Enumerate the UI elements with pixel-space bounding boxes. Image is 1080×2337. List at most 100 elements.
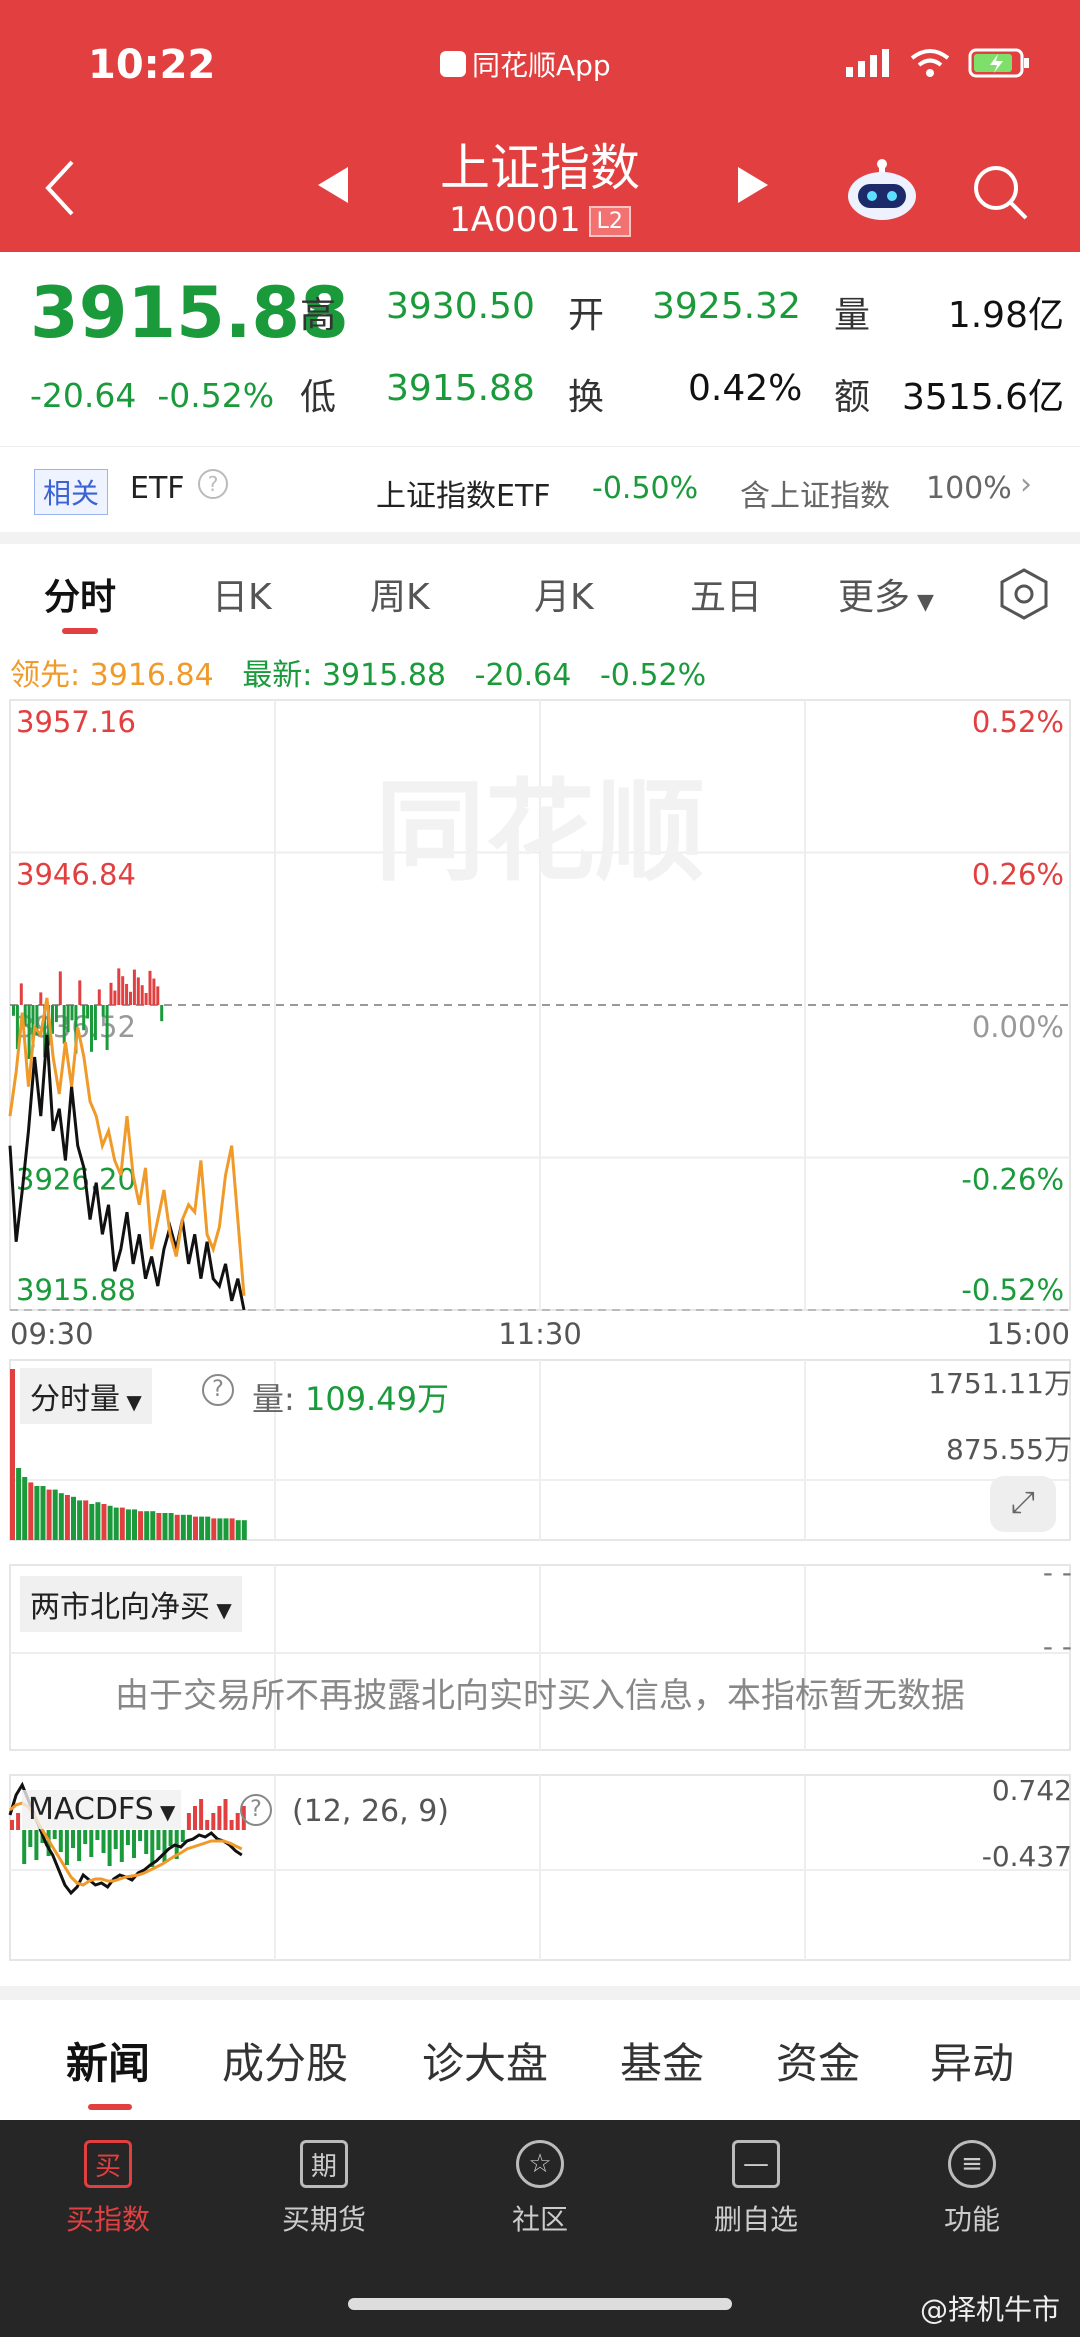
volume-bar (77, 1500, 83, 1540)
chart-watermark: 同花顺 (375, 768, 705, 896)
quote-panel: 3915.88 -20.64 -0.52% 高 3930.50 开 3925.3… (0, 252, 1080, 444)
dropdown-icon: ▼ (210, 1598, 232, 1622)
tab-intraday[interactable]: 分时 (44, 568, 116, 620)
volume-bar (101, 1504, 107, 1540)
macd-params: (12, 26, 9) (292, 1794, 449, 1829)
related-tag: 相关 (34, 469, 109, 515)
tab-constituents[interactable]: 成分股 (222, 2030, 348, 2091)
northbound-selector[interactable]: 两市北向净买 ▼ (20, 1576, 242, 1632)
contains-percent: 100% (926, 471, 1012, 506)
expand-icon[interactable]: ⤢ (990, 1476, 1056, 1532)
macd-bar (71, 1830, 75, 1848)
intraday-bar (121, 976, 125, 1005)
macd-bar (10, 1820, 14, 1830)
volume-bar (95, 1502, 101, 1540)
lead-value: 领先: 3916.84 (10, 658, 214, 693)
volume-bar (162, 1513, 168, 1540)
volume-label: 量 (834, 295, 871, 336)
volume-bar (89, 1504, 95, 1540)
community-button[interactable]: ☆ 社区 (460, 2140, 620, 2238)
intraday-bar (78, 980, 82, 1005)
y-tick-left: 3957.16 (16, 705, 136, 739)
intraday-bar (105, 1005, 109, 1050)
tab-capital[interactable]: 资金 (776, 2030, 860, 2091)
macd-bar (52, 1830, 57, 1839)
community-label: 社区 (511, 2203, 568, 2236)
volume-bar (28, 1482, 34, 1540)
y-tick-left: 3915.88 (16, 1273, 136, 1307)
battery-icon (968, 48, 1029, 78)
volume-bar (229, 1518, 235, 1540)
tab-news[interactable]: 新闻 (66, 2030, 150, 2091)
macd-bar (217, 1806, 222, 1830)
status-indicators (846, 48, 1030, 78)
futures-icon: 期 (300, 2140, 348, 2188)
functions-button[interactable]: ≡ 功能 (892, 2140, 1052, 2238)
robot-assistant-icon[interactable] (846, 158, 918, 226)
macd-bar (125, 1830, 130, 1845)
next-stock-icon[interactable] (736, 165, 770, 209)
volume-bar (34, 1486, 40, 1540)
macd-bar (89, 1830, 94, 1857)
volume-bar (113, 1507, 119, 1540)
macd-bar (223, 1799, 228, 1830)
volume-bar (193, 1516, 198, 1540)
news-tabs: 新闻 成分股 诊大盘 基金 资金 异动 (0, 2000, 1080, 2120)
macd-bar (83, 1830, 88, 1844)
volume-bar (71, 1496, 76, 1540)
macd-bar (168, 1830, 173, 1846)
tab-daily-k[interactable]: 日K (212, 568, 272, 620)
volume-value-label: 量: (252, 1380, 295, 1418)
macd-bar (138, 1830, 143, 1841)
community-star-icon: ☆ (516, 2140, 564, 2188)
tab-weekly-k[interactable]: 周K (370, 568, 430, 620)
volume-value-line: 量: 109.49万 (252, 1374, 449, 1420)
volume-bar (40, 1486, 46, 1540)
related-etf-row[interactable]: 相关 ETF ? 上证指数ETF -0.50% 含上证指数 100% › (0, 446, 1080, 532)
settings-hex-icon[interactable] (998, 568, 1050, 620)
volume-selector[interactable]: 分时量 ▼ (20, 1368, 152, 1424)
help-icon[interactable]: ? (198, 469, 228, 499)
intraday-bar (144, 993, 148, 1005)
macd-bar (180, 1830, 185, 1842)
buy-futures-button[interactable]: 期 买期货 (244, 2140, 404, 2238)
tab-diagnose[interactable]: 诊大盘 (422, 2030, 548, 2091)
macd-selector[interactable]: MACDFS ▼ (22, 1790, 182, 1829)
intraday-bar (82, 1005, 86, 1031)
home-indicator (348, 2298, 732, 2310)
remove-watchlist-button[interactable]: — 删自选 (676, 2140, 836, 2238)
y-tick-right: -0.26% (961, 1163, 1064, 1197)
amount-label: 额 (834, 377, 871, 418)
x-tick-label: 11:30 (498, 1317, 582, 1351)
status-app-label: 同花顺App (472, 49, 611, 82)
volume-bar (22, 1477, 28, 1540)
search-icon[interactable] (970, 162, 1030, 226)
macd-bar (28, 1830, 33, 1847)
volume-bar (10, 1369, 15, 1540)
x-tick-label: 09:30 (10, 1317, 94, 1351)
volume-bar (174, 1514, 180, 1540)
intraday-bar (39, 992, 43, 1005)
macd-help-icon[interactable]: ? (240, 1794, 272, 1826)
volume-help-icon[interactable]: ? (202, 1374, 234, 1406)
open-label: 开 (568, 295, 605, 336)
volume-bar (16, 1468, 22, 1540)
page-title: 上证指数 (440, 139, 640, 197)
status-app: 同花顺App (440, 44, 611, 84)
macd-label: MACDFS (28, 1792, 154, 1827)
tab-more[interactable]: 更多 ▼ (838, 568, 934, 620)
macd-bar (58, 1830, 63, 1852)
macd-bar (34, 1830, 39, 1860)
macd-bar (199, 1799, 204, 1830)
intraday-bar (140, 985, 144, 1005)
tab-five-day[interactable]: 五日 (690, 568, 762, 620)
tab-monthly-k[interactable]: 月K (534, 568, 594, 620)
tab-funds[interactable]: 基金 (620, 2030, 704, 2091)
tab-movement[interactable]: 异动 (930, 2030, 1014, 2091)
intraday-bar (27, 1005, 31, 1059)
buy-index-button[interactable]: 买 买指数 (28, 2140, 188, 2238)
volume-bar (217, 1518, 223, 1540)
intraday-bar (101, 1005, 105, 1017)
latest-pct: -0.52% (599, 658, 707, 693)
turnover-label: 换 (568, 377, 605, 418)
